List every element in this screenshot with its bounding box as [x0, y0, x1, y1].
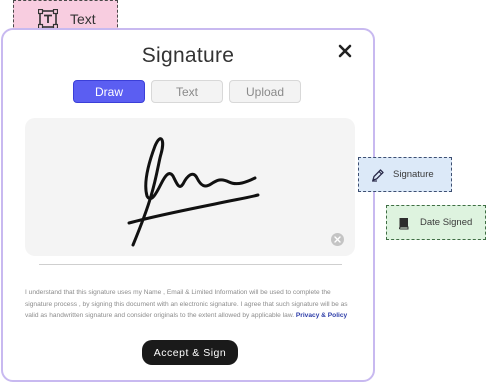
accept-and-sign-button[interactable]: Accept & Sign: [142, 340, 238, 365]
tab-upload[interactable]: Upload: [229, 80, 301, 103]
modal-title: Signature: [141, 44, 235, 67]
signature-modal: Signature Draw Text Upload I understand …: [1, 28, 375, 382]
editor-canvas: Text Signature Draw Text Upload I unders…: [0, 0, 486, 385]
signature-field-tag[interactable]: Signature: [358, 157, 452, 192]
signature-mode-tabs: Draw Text Upload: [73, 80, 301, 103]
tab-draw[interactable]: Draw: [73, 80, 145, 103]
date-signed-field-tag-label: Date Signed: [420, 217, 473, 228]
drawn-signature: [127, 137, 260, 247]
privacy-policy-link[interactable]: Privacy & Policy: [296, 312, 347, 319]
clear-circle-icon[interactable]: [331, 233, 344, 246]
signature-baseline: [39, 264, 342, 265]
pen-icon: [371, 168, 385, 182]
legal-disclaimer: I understand that this signature uses my…: [25, 287, 355, 322]
text-box-icon: [37, 8, 59, 29]
signature-draw-pad[interactable]: [25, 118, 355, 256]
signature-field-tag-label: Signature: [393, 169, 434, 180]
book-icon: [397, 216, 411, 230]
tab-text[interactable]: Text: [151, 80, 223, 103]
date-signed-field-tag[interactable]: Date Signed: [386, 205, 486, 240]
text-field-tag-label: Text: [70, 10, 96, 27]
close-icon[interactable]: [337, 43, 353, 59]
